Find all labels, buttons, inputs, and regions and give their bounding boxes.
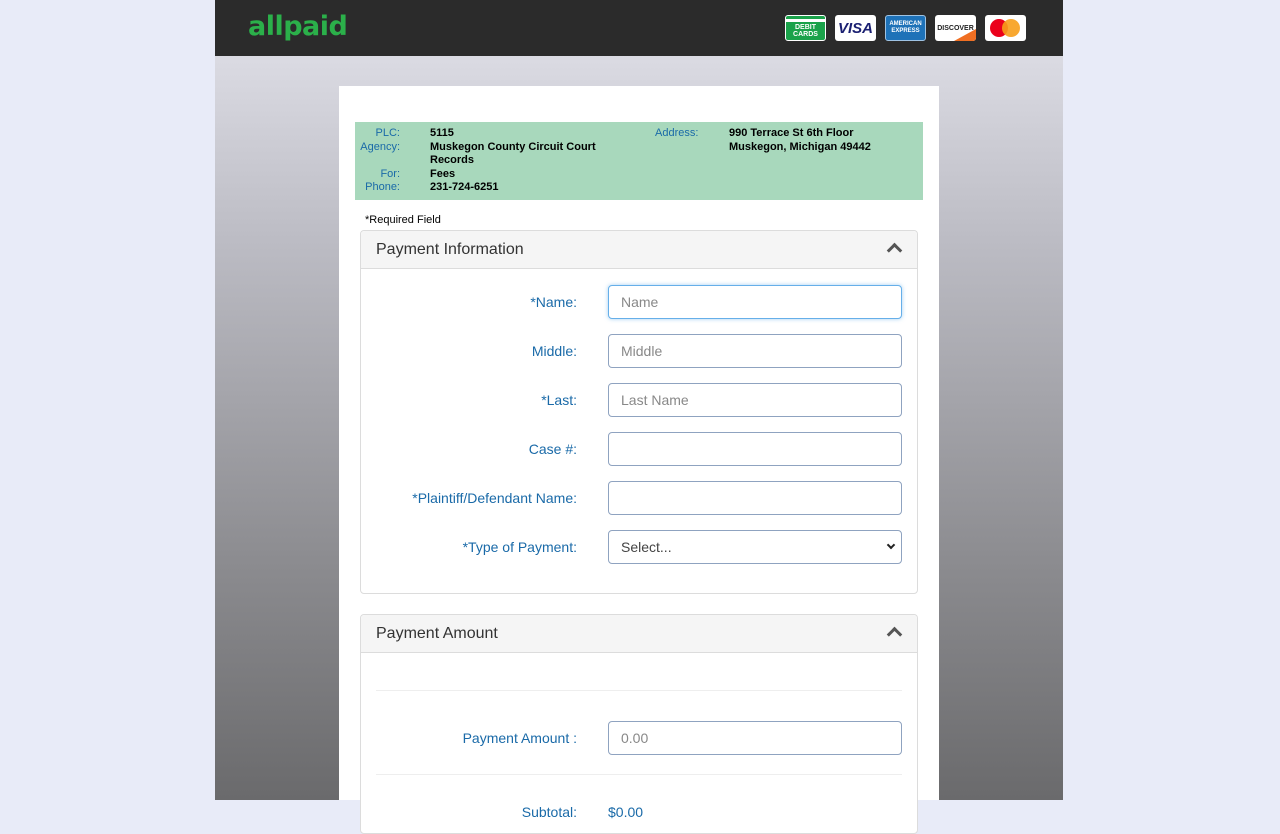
phone-value: 231-724-6251 xyxy=(430,181,499,193)
subtotal-row: Subtotal: $0.00 xyxy=(361,795,917,829)
name-label: *Name: xyxy=(530,294,577,310)
address-line2: Muskegon, Michigan 49442 xyxy=(729,141,871,153)
required-field-note: *Required Field xyxy=(365,214,441,226)
type-of-payment-select[interactable]: Select... xyxy=(608,530,902,564)
page-frame: allpaid DEBIT CARDS VISA AMERICAN EXPRES… xyxy=(215,0,1063,834)
type-row: *Type of Payment: Select... xyxy=(361,530,917,564)
amex-icon: AMERICAN EXPRESS xyxy=(885,15,926,41)
chevron-up-icon[interactable] xyxy=(886,626,903,643)
for-label: For: xyxy=(380,168,400,180)
top-bar: allpaid DEBIT CARDS VISA AMERICAN EXPRES… xyxy=(215,0,1063,56)
type-label: *Type of Payment: xyxy=(462,539,577,555)
middle-label: Middle: xyxy=(531,343,577,359)
payment-amount-header[interactable]: Payment Amount xyxy=(361,615,917,653)
discover-icon: DISCOVER xyxy=(935,15,976,41)
agency-info-box: PLC: 5115 Agency: Muskegon County Circui… xyxy=(355,122,923,200)
allpaid-logo: allpaid xyxy=(248,11,348,42)
agency-label: Agency: xyxy=(360,141,400,153)
panel-title: Payment Amount xyxy=(376,625,498,642)
last-name-input[interactable] xyxy=(608,383,902,417)
payment-amount-panel: Payment Amount Payment Amount : Subtotal… xyxy=(360,614,918,834)
mastercard-icon xyxy=(985,15,1026,41)
panel-title: Payment Information xyxy=(376,241,524,258)
divider xyxy=(376,774,902,775)
subtotal-value: $0.00 xyxy=(608,804,644,820)
agency-value-line2: Records xyxy=(430,154,475,166)
phone-label: Phone: xyxy=(365,181,400,193)
plc-label: PLC: xyxy=(375,127,400,139)
plaintiff-row: *Plaintiff/Defendant Name: xyxy=(361,481,917,515)
payment-amount-label: Payment Amount : xyxy=(462,730,577,746)
agency-value-line1: Muskegon County Circuit Court xyxy=(430,141,596,153)
case-label: Case #: xyxy=(528,441,577,457)
case-row: Case #: xyxy=(361,432,917,466)
address-label: Address: xyxy=(655,127,699,139)
name-row: *Name: xyxy=(361,285,917,319)
subtotal-label: Subtotal: xyxy=(521,804,577,820)
plaintiff-defendant-input[interactable] xyxy=(608,481,902,515)
middle-row: Middle: xyxy=(361,334,917,368)
payment-amount-row: Payment Amount : xyxy=(361,721,917,755)
accepted-cards: DEBIT CARDS VISA AMERICAN EXPRESS DISCOV… xyxy=(785,15,1026,41)
for-value: Fees xyxy=(430,168,456,180)
payment-information-header[interactable]: Payment Information xyxy=(361,231,917,269)
last-label: *Last: xyxy=(541,392,577,408)
visa-icon: VISA xyxy=(835,15,876,41)
last-row: *Last: xyxy=(361,383,917,417)
debit-card-icon: DEBIT CARDS xyxy=(785,15,826,41)
payment-form-container: PLC: 5115 Agency: Muskegon County Circui… xyxy=(339,86,939,834)
name-input[interactable] xyxy=(608,285,902,319)
case-number-input[interactable] xyxy=(608,432,902,466)
address-line1: 990 Terrace St 6th Floor xyxy=(729,127,854,139)
middle-input[interactable] xyxy=(608,334,902,368)
plc-value: 5115 xyxy=(430,127,454,139)
payment-information-panel: Payment Information *Name: Middle: *Last… xyxy=(360,230,918,594)
chevron-up-icon[interactable] xyxy=(886,242,903,259)
plaintiff-label: *Plaintiff/Defendant Name: xyxy=(412,490,577,506)
divider xyxy=(376,690,902,691)
payment-amount-input[interactable] xyxy=(608,721,902,755)
